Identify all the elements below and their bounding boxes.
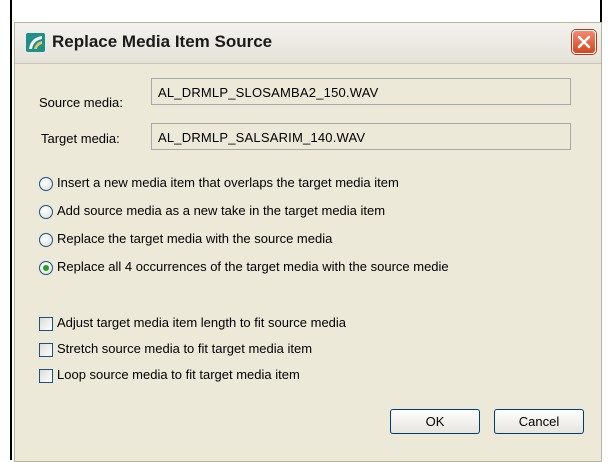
- radio-add-take[interactable]: [39, 205, 53, 219]
- source-media-label: Source media:: [39, 95, 123, 110]
- dialog-title: Replace Media Item Source: [52, 32, 273, 51]
- radio-replace-all[interactable]: [39, 261, 53, 275]
- option-add-take-label: Add source media as a new take in the ta…: [57, 203, 386, 218]
- checkbox-loop-box[interactable]: [39, 369, 53, 383]
- target-media-field[interactable]: AL_DRMLP_SALSARIM_140.WAV: [151, 123, 571, 150]
- ok-button[interactable]: OK: [390, 409, 480, 434]
- checkbox-stretch-box[interactable]: [39, 343, 53, 357]
- checkbox-loop-label: Loop source media to fit target media it…: [57, 367, 300, 382]
- window-frame-left: [10, 0, 12, 460]
- source-media-field[interactable]: AL_DRMLP_SLOSAMBA2_150.WAV: [151, 78, 571, 105]
- cancel-button[interactable]: Cancel: [494, 409, 584, 434]
- reaper-app-icon: [26, 33, 45, 52]
- title-bar[interactable]: Replace Media Item Source: [15, 23, 601, 64]
- checkbox-adjust-length-label: Adjust target media item length to fit s…: [57, 315, 347, 330]
- radio-replace-target[interactable]: [39, 233, 53, 247]
- option-replace-all-label: Replace all 4 occurrences of the target …: [57, 259, 449, 274]
- option-replace-target-label: Replace the target media with the source…: [57, 231, 333, 246]
- radio-insert-overlap[interactable]: [39, 177, 53, 191]
- option-insert-overlap-label: Insert a new media item that overlaps th…: [57, 175, 399, 190]
- close-icon: [577, 35, 591, 49]
- checkbox-adjust-length-box[interactable]: [39, 317, 53, 331]
- checkbox-stretch-label: Stretch source media to fit target media…: [57, 341, 313, 356]
- replace-media-dialog: Replace Media Item Source Source media: …: [14, 22, 602, 462]
- target-media-label: Target media:: [41, 131, 120, 146]
- close-button[interactable]: [572, 30, 596, 54]
